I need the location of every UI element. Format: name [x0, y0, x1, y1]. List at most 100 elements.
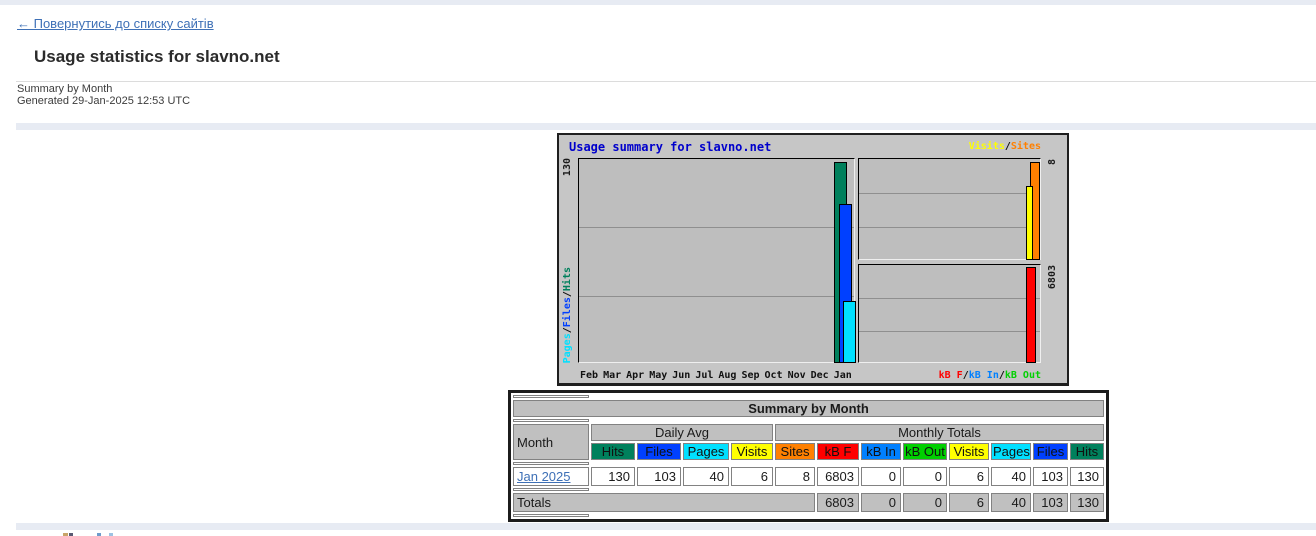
table-caption: Summary by Month [513, 400, 1104, 417]
axis-slash: / [562, 291, 573, 297]
legend-sites-label: Sites [1011, 141, 1041, 152]
section-band-top [16, 123, 1316, 130]
spacer-cell [513, 488, 589, 491]
page-title: Usage statistics for slavno.net [34, 47, 280, 67]
column-header-row: Hits Files Pages Visits Sites kB F kB In… [513, 443, 1104, 460]
month-cell: Jan 2025 [513, 467, 589, 486]
total-kbin: 0 [861, 493, 901, 512]
month-tick: May [649, 370, 667, 381]
cell-hits-tot: 130 [1070, 467, 1104, 486]
axis-slash: / [562, 327, 573, 333]
gridline [859, 331, 1040, 332]
gridline [859, 298, 1040, 299]
spacer-row [513, 462, 1104, 465]
cell-kbout: 0 [903, 467, 947, 486]
daily-avg-header: Daily Avg [591, 424, 773, 441]
col-header-pages-avg: Pages [683, 443, 729, 460]
cell-pages-tot: 40 [991, 467, 1031, 486]
spacer-row [513, 419, 1104, 422]
month-axis-labels: FebMarAprMayJunJulAugSepOctNovDecJan [580, 370, 857, 381]
col-header-kbout: kB Out [903, 443, 947, 460]
total-visits: 6 [949, 493, 989, 512]
monthly-totals-header: Monthly Totals [775, 424, 1104, 441]
sites-axis-max-label: 8 [1047, 159, 1059, 165]
total-pages: 40 [991, 493, 1031, 512]
col-header-visits-tot: Visits [949, 443, 989, 460]
jan-2025-link[interactable]: Jan 2025 [517, 469, 571, 484]
month-tick: Jul [695, 370, 713, 381]
kb-legend: kB F/kB In/kB Out [939, 370, 1041, 381]
header-divider [16, 81, 1316, 82]
col-header-hits-avg: Hits [591, 443, 635, 460]
cell-pages-avg: 40 [683, 467, 729, 486]
bar-visits [1026, 186, 1033, 260]
bar-kbf [1026, 267, 1036, 363]
cell-files-avg: 103 [637, 467, 681, 486]
legend-kbf-label: kB F [939, 370, 963, 381]
total-hits: 130 [1070, 493, 1104, 512]
totals-label: Totals [513, 493, 815, 512]
caption-row: Summary by Month [513, 400, 1104, 417]
gridline [579, 296, 854, 297]
spacer-cell [513, 419, 589, 422]
col-header-kbin: kB In [861, 443, 901, 460]
month-tick: Apr [626, 370, 644, 381]
back-to-site-list-link[interactable]: ← Повернутись до списку сайтів [17, 16, 214, 31]
visits-sites-panel [858, 158, 1041, 260]
top-page-band [0, 0, 1316, 5]
table-row-jan-2025: Jan 2025 130 103 40 6 8 6803 0 0 6 40 10… [513, 467, 1104, 486]
month-tick: Sep [741, 370, 759, 381]
month-tick: Dec [811, 370, 829, 381]
generated-timestamp: Generated 29-Jan-2025 12:53 UTC [17, 95, 190, 107]
col-header-files-tot: Files [1033, 443, 1068, 460]
total-kbf: 6803 [817, 493, 859, 512]
chart-title: Usage summary for slavno.net [569, 140, 771, 154]
total-kbout: 0 [903, 493, 947, 512]
month-tick: Nov [788, 370, 806, 381]
left-axis-series-label: Pages/Files/Hits [562, 267, 574, 363]
month-tick: Oct [765, 370, 783, 381]
col-header-kbf: kB F [817, 443, 859, 460]
spacer-cell [513, 395, 589, 398]
col-header-hits-tot: Hits [1070, 443, 1104, 460]
month-tick: Jan [834, 370, 852, 381]
gridline [859, 227, 1040, 228]
bar-pages [843, 301, 856, 363]
axis-hits-label: Hits [562, 267, 573, 291]
legend-visits-label: Visits [969, 141, 1005, 152]
usage-summary-chart: Usage summary for slavno.net Visits / Site… [557, 133, 1069, 386]
webalizer-usage-page: { "page": { "back_link": "← Повернутись … [0, 0, 1316, 536]
axis-files-label: Files [562, 297, 573, 327]
col-header-files-avg: Files [637, 443, 681, 460]
month-column-header: Month [513, 424, 589, 460]
spacer-row [513, 395, 1104, 398]
totals-row: Totals 6803 0 0 6 40 103 130 [513, 493, 1104, 512]
summary-by-month-table: Summary by Month Month Daily Avg Monthly… [508, 390, 1109, 522]
hits-files-pages-panel [578, 158, 855, 363]
col-header-pages-tot: Pages [991, 443, 1031, 460]
gridline [579, 227, 854, 228]
col-header-sites: Sites [775, 443, 815, 460]
legend-kbout-label: kB Out [1005, 370, 1041, 381]
kb-axis-max-label: 6803 [1047, 265, 1059, 289]
group-header-row: Month Daily Avg Monthly Totals [513, 424, 1104, 441]
gridline [859, 193, 1040, 194]
kbytes-panel [858, 264, 1041, 363]
axis-pages-label: Pages [562, 333, 573, 363]
section-band-bottom [16, 523, 1316, 530]
col-header-visits-avg: Visits [731, 443, 773, 460]
cell-sites: 8 [775, 467, 815, 486]
cell-visits-tot: 6 [949, 467, 989, 486]
cell-visits-avg: 6 [731, 467, 773, 486]
month-tick: Mar [603, 370, 621, 381]
month-tick: Jun [672, 370, 690, 381]
cell-kbin: 0 [861, 467, 901, 486]
spacer-row [513, 488, 1104, 491]
cell-hits-avg: 130 [591, 467, 635, 486]
left-axis-max-label: 130 [562, 158, 574, 176]
cell-kbf: 6803 [817, 467, 859, 486]
spacer-cell [513, 514, 589, 517]
month-tick: Aug [718, 370, 736, 381]
spacer-cell [513, 462, 589, 465]
total-files: 103 [1033, 493, 1068, 512]
